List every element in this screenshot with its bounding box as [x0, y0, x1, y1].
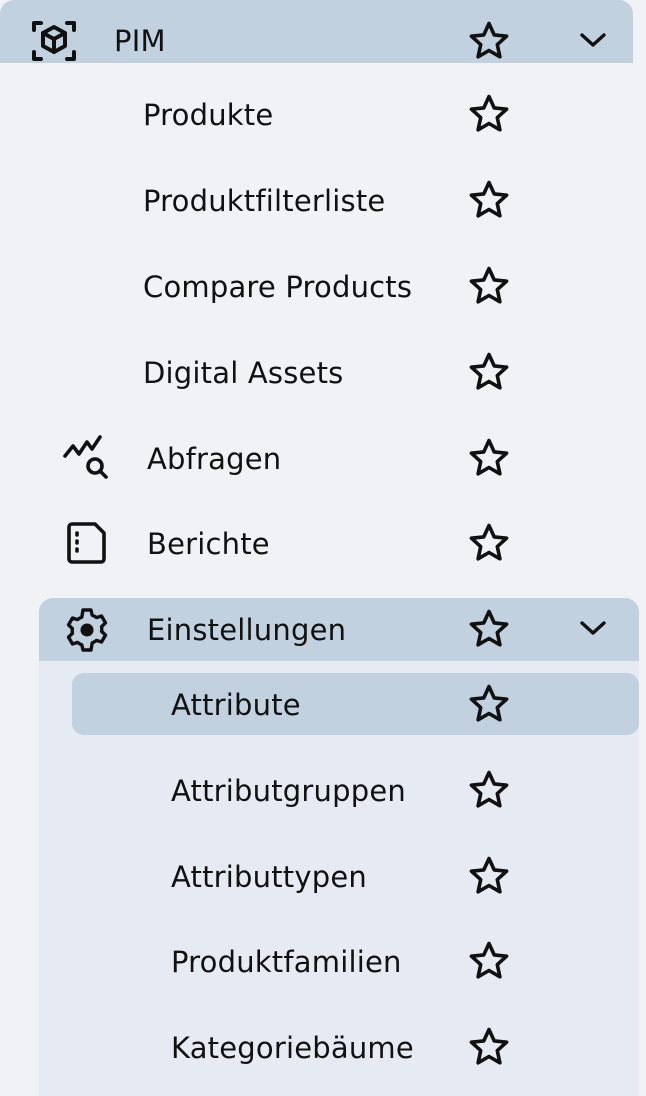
- favorite-star-icon[interactable]: [468, 20, 510, 62]
- menu-item-produkte[interactable]: [0, 90, 646, 142]
- menu-item-label: Compare Products: [143, 270, 413, 304]
- favorite-star-icon[interactable]: [468, 265, 510, 307]
- cube-scan-icon: [30, 17, 78, 65]
- favorite-star-icon[interactable]: [468, 608, 510, 650]
- menu-item-label: Digital Assets: [143, 356, 344, 390]
- submenu-item-label: Produktfamilien: [171, 945, 402, 979]
- menu-item-label: Berichte: [147, 527, 270, 561]
- favorite-star-icon[interactable]: [468, 940, 510, 982]
- settings-label: Einstellungen: [147, 613, 347, 647]
- gear-icon: [63, 606, 111, 654]
- favorite-star-icon[interactable]: [468, 93, 510, 135]
- submenu-item-label: Attributtypen: [171, 860, 367, 894]
- submenu-item-label: Attributgruppen: [171, 774, 406, 808]
- favorite-star-icon[interactable]: [468, 683, 510, 725]
- favorite-star-icon[interactable]: [468, 179, 510, 221]
- chart-search-icon: [62, 434, 110, 482]
- favorite-star-icon[interactable]: [468, 522, 510, 564]
- favorite-star-icon[interactable]: [468, 351, 510, 393]
- menu-item-label: Produktfilterliste: [143, 184, 386, 218]
- pim-label: PIM: [114, 24, 166, 58]
- favorite-star-icon[interactable]: [468, 1026, 510, 1068]
- favorite-star-icon[interactable]: [468, 769, 510, 811]
- submenu-item-label: Attribute: [171, 688, 301, 722]
- submenu-item-attribute[interactable]: [72, 673, 639, 735]
- favorite-star-icon[interactable]: [468, 855, 510, 897]
- submenu-item-label: Kategoriebäume: [171, 1031, 414, 1065]
- chevron-down-icon[interactable]: [576, 611, 610, 645]
- menu-item-label: Produkte: [143, 98, 274, 132]
- pim-header[interactable]: [0, 0, 633, 63]
- report-file-icon: [63, 519, 111, 567]
- chevron-down-icon[interactable]: [576, 23, 610, 57]
- menu-item-label: Abfragen: [147, 442, 282, 476]
- favorite-star-icon[interactable]: [468, 437, 510, 479]
